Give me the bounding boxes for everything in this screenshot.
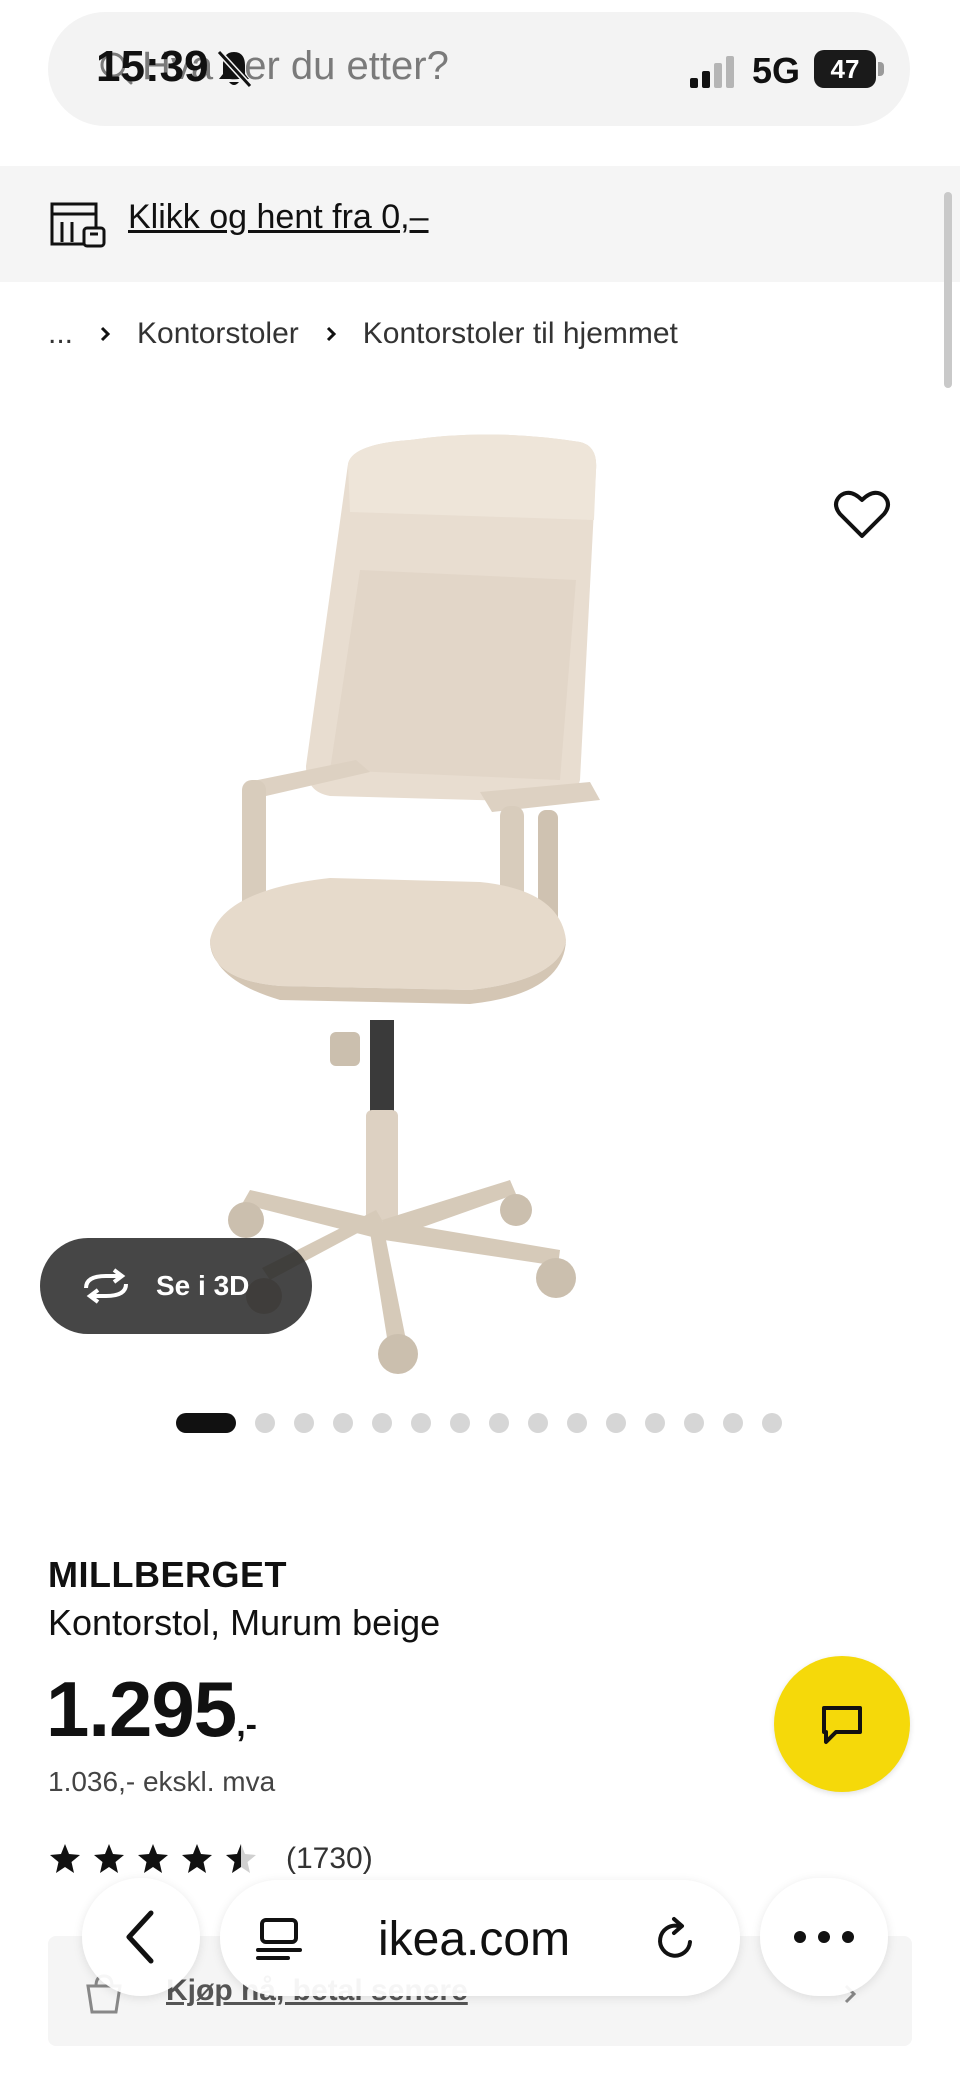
battery-cap (878, 62, 884, 76)
click-collect-link[interactable]: Klikk og hent fra 0,– (128, 198, 429, 237)
chevron-right-icon (100, 326, 111, 342)
product-image[interactable] (180, 420, 780, 1380)
half-star-icon (226, 1844, 256, 1873)
chat-button[interactable] (774, 1656, 910, 1792)
carousel-dot[interactable] (567, 1413, 587, 1433)
network-type: 5G (752, 50, 801, 91)
carousel-dot-active[interactable] (176, 1413, 236, 1433)
review-count: (1730) (286, 1842, 373, 1875)
battery-level: 47 (814, 50, 876, 88)
price-suffix: ,- (236, 1706, 257, 1744)
browser-url[interactable]: ikea.com (378, 1912, 570, 1967)
reader-mode-icon (256, 1918, 302, 1960)
product-price: 1.295 ,- (46, 1664, 257, 1755)
star-icon (182, 1844, 212, 1873)
product-description: Kontorstol, Murum beige (48, 1602, 441, 1643)
breadcrumb-ellipsis[interactable]: ... (48, 317, 73, 351)
chat-icon (822, 1706, 862, 1744)
carousel-dot[interactable] (411, 1413, 431, 1433)
product-rating[interactable]: (1730) (48, 1842, 373, 1876)
price-ex-vat: 1.036,- ekskl. mva (48, 1766, 276, 1797)
carousel-dots (176, 1412, 801, 1434)
carousel-dot[interactable] (333, 1413, 353, 1433)
reload-icon[interactable] (652, 1916, 700, 1964)
carousel-dot[interactable] (645, 1413, 665, 1433)
star-icon (138, 1844, 168, 1873)
rotate-3d-icon (84, 1268, 128, 1304)
carousel-dot[interactable] (294, 1413, 314, 1433)
scrollbar[interactable] (944, 192, 952, 388)
carousel-dot[interactable] (606, 1413, 626, 1433)
carousel-dot[interactable] (723, 1413, 743, 1433)
star-icon (94, 1844, 124, 1873)
more-icon (794, 1931, 854, 1943)
carousel-dot[interactable] (762, 1413, 782, 1433)
store-icon (50, 202, 106, 248)
price-value: 1.295 (46, 1665, 237, 1753)
breadcrumb-item-hjemmet[interactable]: Kontorstoler til hjemmet (363, 317, 678, 351)
carousel-dot[interactable] (528, 1413, 548, 1433)
carousel-dot[interactable] (489, 1413, 509, 1433)
bell-off-icon (216, 49, 253, 89)
carousel-dot[interactable] (684, 1413, 704, 1433)
breadcrumb-item-kontorstoler[interactable]: Kontorstoler (137, 317, 299, 351)
carousel-dot[interactable] (255, 1413, 275, 1433)
chevron-right-icon (326, 326, 336, 342)
star-icon (50, 1844, 80, 1873)
browser-more-button[interactable] (760, 1878, 888, 1996)
carousel-dot[interactable] (372, 1413, 392, 1433)
product-name: MILLBERGET (48, 1554, 287, 1595)
status-time: 15:39 (96, 42, 209, 91)
browser-address-bar[interactable]: ikea.com (220, 1880, 740, 1996)
carousel-dot[interactable] (450, 1413, 470, 1433)
heart-icon[interactable] (830, 482, 894, 546)
browser-back-button[interactable] (82, 1878, 200, 1996)
view-3d-button[interactable]: Se i 3D (40, 1238, 312, 1334)
view-3d-label: Se i 3D (156, 1270, 250, 1301)
breadcrumb: ... Kontorstoler Kontorstoler til hjemme… (48, 314, 678, 354)
signal-icon (690, 56, 734, 88)
chevron-left-icon (126, 1910, 154, 1964)
